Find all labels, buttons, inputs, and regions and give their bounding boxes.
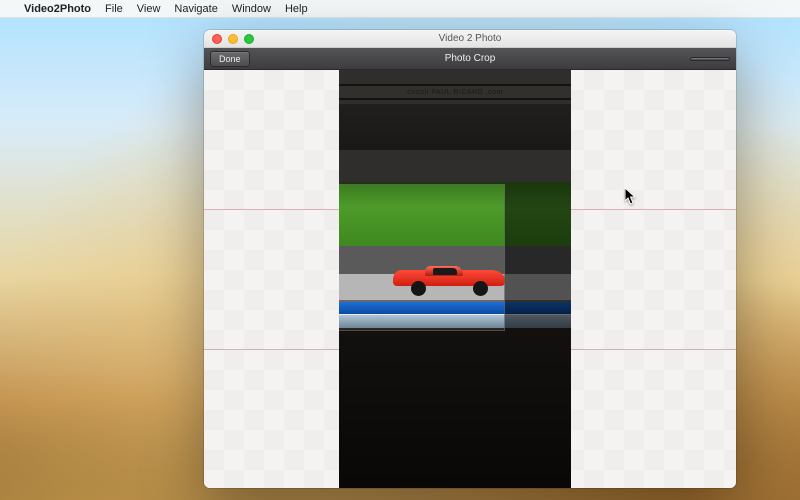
traffic-lights [212, 34, 254, 44]
menubar-item-file[interactable]: File [105, 3, 123, 15]
window-titlebar[interactable]: Video 2 Photo [204, 30, 736, 48]
toolbar-title: Photo Crop [204, 53, 736, 64]
photo-frame[interactable]: circuit PAUL RICARD .com [339, 70, 571, 488]
menubar-item-navigate[interactable]: Navigate [174, 3, 217, 15]
mouse-pointer-icon [625, 188, 637, 206]
zoom-icon[interactable] [244, 34, 254, 44]
toolbar-action-button[interactable] [690, 57, 730, 61]
done-button[interactable]: Done [210, 51, 250, 67]
menubar-app-name[interactable]: Video2Photo [24, 3, 91, 15]
crop-workspace[interactable]: circuit PAUL RICARD .com [204, 70, 736, 488]
close-icon[interactable] [212, 34, 222, 44]
menubar-item-view[interactable]: View [137, 3, 161, 15]
menubar-item-help[interactable]: Help [285, 3, 308, 15]
system-menubar: Video2Photo File View Navigate Window He… [0, 0, 800, 18]
menubar-item-window[interactable]: Window [232, 3, 271, 15]
app-window: Video 2 Photo Done Photo Crop circuit PA… [204, 30, 736, 488]
crop-selection[interactable]: circuit PAUL RICARD .com [339, 185, 504, 330]
toolbar: Done Photo Crop [204, 48, 736, 70]
minimize-icon[interactable] [228, 34, 238, 44]
window-title: Video 2 Photo [204, 33, 736, 44]
